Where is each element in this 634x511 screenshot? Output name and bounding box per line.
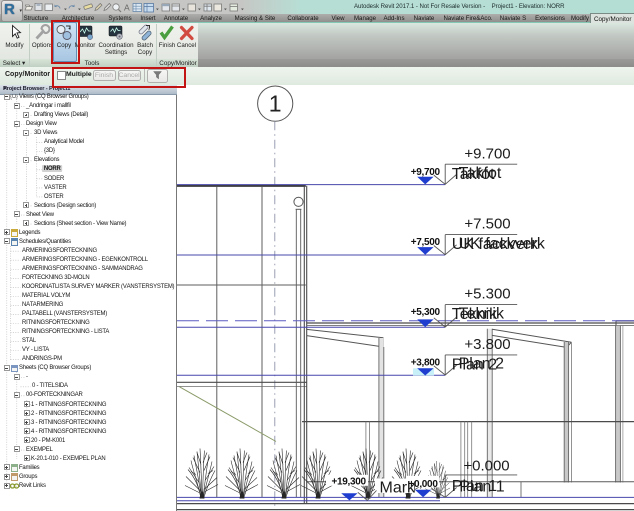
svg-text:+9,700: +9,700	[411, 167, 441, 178]
svg-text:UK fackverk: UK fackverk	[459, 235, 546, 252]
svg-text:+9.700: +9.700	[464, 145, 510, 162]
svg-text:Takfot: Takfot	[459, 165, 502, 182]
svg-text:+0.000: +0.000	[463, 458, 509, 475]
svg-text:+5.300: +5.300	[464, 286, 510, 303]
svg-text:A: A	[124, 2, 130, 12]
svg-text:+5,300: +5,300	[411, 307, 441, 318]
svg-text:+3.800: +3.800	[464, 336, 510, 353]
svg-text:Plan 2: Plan 2	[459, 356, 504, 373]
svg-text:Plan 1: Plan 1	[459, 478, 504, 495]
svg-text:1: 1	[269, 91, 282, 117]
svg-text:+7,500: +7,500	[411, 237, 441, 248]
svg-text:+0,000: +0,000	[409, 479, 439, 490]
svg-text:+3,800: +3,800	[411, 358, 441, 369]
svg-text:Teknik: Teknik	[459, 305, 505, 322]
svg-text:+7.500: +7.500	[464, 216, 510, 233]
svg-text:+19,300: +19,300	[331, 477, 366, 488]
